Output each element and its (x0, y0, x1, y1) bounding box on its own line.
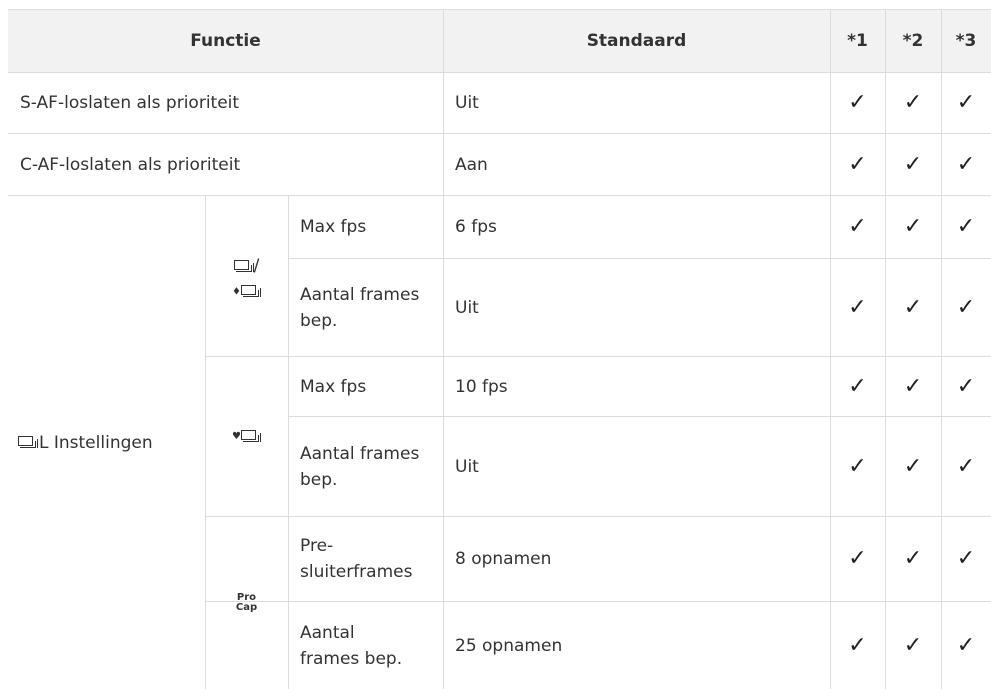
sub-label: Pre- sluiterframes (300, 536, 413, 582)
check-icon: ✓ (956, 373, 976, 399)
check-icon: ✓ (956, 151, 976, 177)
check-icon: ✓ (903, 632, 923, 658)
sequential-shooting-low-icon (18, 436, 38, 449)
silent-sequential-shooting-icon (240, 430, 261, 443)
sub-standaard: Uit (455, 456, 479, 477)
slash-text: / (253, 256, 260, 277)
check-icon: ✓ (903, 453, 923, 479)
header-functie: Functie (190, 31, 261, 51)
check-icon: ✓ (848, 151, 867, 177)
pro-capture-icon: Pro Cap (235, 592, 258, 613)
sub-standaard: 6 fps (455, 217, 497, 237)
sub-label: Max fps (300, 376, 367, 397)
sub-standaard: 25 opnamen (455, 635, 563, 656)
sub-icon-cell: ♥ (205, 357, 288, 516)
sub-label: Aantal frames bep. (300, 284, 420, 331)
row-standaard: Aan (455, 154, 488, 175)
sub-label: Aantal frames bep. (300, 622, 403, 669)
row-functie: C-AF-loslaten als prioriteit (20, 154, 241, 175)
header-col-3: *3 (955, 31, 977, 51)
check-icon: ✓ (903, 90, 923, 115)
check-icon: ✓ (848, 214, 867, 239)
row-functie: S-AF-loslaten als prioriteit (20, 93, 240, 113)
check-icon: ✓ (956, 214, 976, 239)
header-col-1: *1 (847, 31, 868, 51)
check-icon: ✓ (956, 453, 976, 479)
sub-standaard: 8 opnamen (455, 549, 552, 569)
sub-icon-cell: Pro Cap (205, 517, 288, 689)
check-icon: ✓ (848, 453, 867, 479)
row-standaard: Uit (455, 93, 479, 113)
check-icon: ✓ (903, 214, 923, 239)
check-icon: ✓ (956, 632, 976, 658)
header-col-2: *2 (902, 31, 924, 51)
check-icon: ✓ (956, 546, 976, 571)
sub-standaard: 10 fps (455, 376, 508, 397)
diamond-icon: ♦ (232, 286, 241, 298)
group-label-text: L Instellingen (39, 432, 153, 453)
check-icon: ✓ (903, 151, 923, 177)
heart-icon: ♥ (232, 431, 241, 442)
sequential-shooting-icon (233, 259, 254, 273)
check-icon: ✓ (903, 546, 923, 571)
silent-sequential-shooting-icon (240, 285, 261, 298)
check-icon: ✓ (903, 373, 923, 399)
check-icon: ✓ (848, 373, 867, 399)
sub-label: Max fps (300, 217, 367, 237)
check-icon: ✓ (903, 294, 923, 320)
check-icon: ✓ (956, 294, 976, 320)
sub-icon-cell: / ♦ (205, 196, 288, 356)
check-icon: ✓ (848, 546, 867, 571)
group-label: L Instellingen (8, 196, 205, 689)
check-icon: ✓ (848, 90, 867, 115)
check-icon: ✓ (848, 632, 867, 658)
header-standaard: Standaard (586, 31, 687, 51)
sub-label: Aantal frames bep. (300, 443, 420, 490)
check-icon: ✓ (956, 90, 976, 115)
sub-standaard: Uit (455, 297, 479, 318)
check-icon: ✓ (848, 294, 867, 320)
